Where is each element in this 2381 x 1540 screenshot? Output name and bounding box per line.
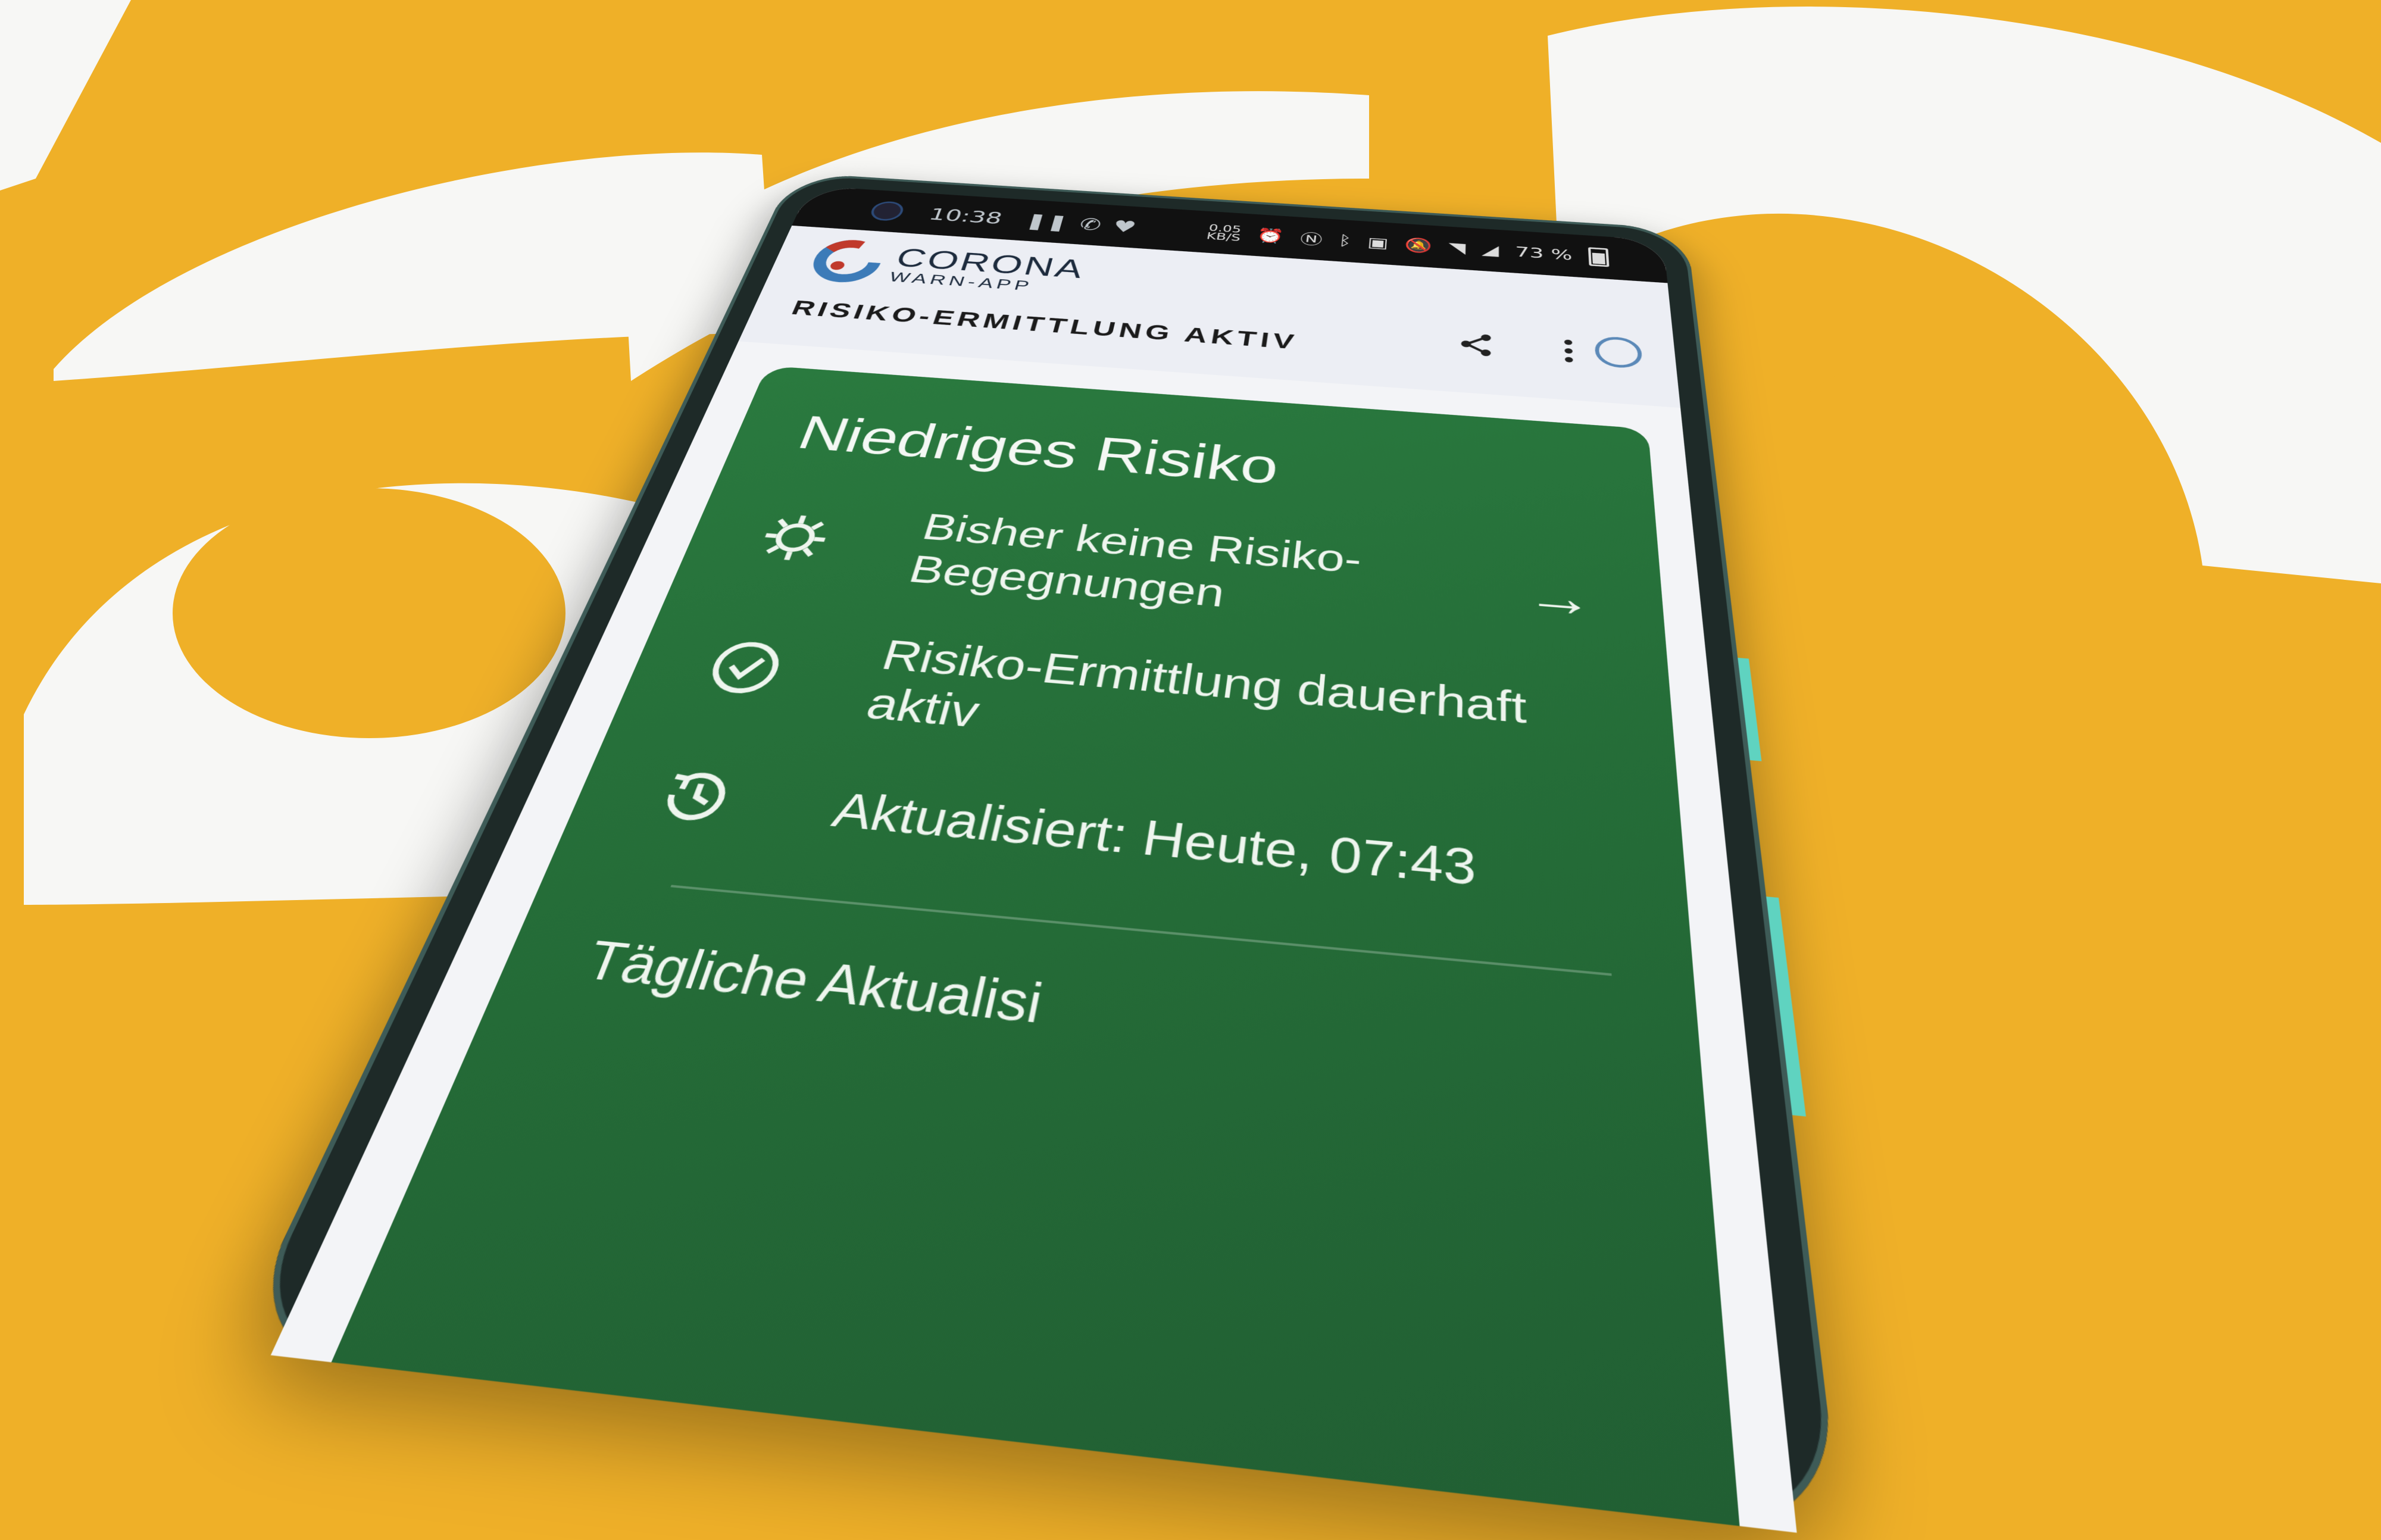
check-circle-icon bbox=[695, 634, 795, 702]
front-camera bbox=[868, 200, 907, 222]
side-button-upper bbox=[1738, 657, 1762, 761]
battery-percent: 73 % bbox=[1515, 243, 1573, 264]
net-speed-unit: KB/S bbox=[1205, 230, 1242, 243]
arrow-right-icon[interactable]: → bbox=[1525, 566, 1595, 630]
net-speed: 0.05 KB/S bbox=[1205, 223, 1243, 243]
more-options-button[interactable] bbox=[1548, 332, 1589, 370]
share-button[interactable] bbox=[1449, 326, 1502, 364]
risk-row-text: Risiko-Ermittlung dauerhaft aktiv bbox=[861, 632, 1527, 738]
pause-icon: ❚❚ bbox=[1023, 211, 1071, 232]
health-icon: ♥ bbox=[1111, 216, 1138, 236]
nfc-icon: Ⓝ bbox=[1299, 231, 1323, 249]
risk-row-active: Risiko-Ermittlung dauerhaft aktiv bbox=[688, 617, 1603, 792]
volte-icon: ▣ bbox=[1367, 234, 1389, 252]
more-vert-icon bbox=[1564, 339, 1573, 363]
side-button-lower bbox=[1766, 896, 1806, 1117]
risk-row-text: Bisher keine Risiko-Begegnungen bbox=[904, 506, 1363, 616]
risk-row-text: Aktualisiert: Heute, 07:43 bbox=[826, 783, 1477, 896]
status-time: 10:38 bbox=[926, 205, 1005, 228]
alarm-icon: ⏰ bbox=[1255, 227, 1286, 245]
corona-logo-icon bbox=[805, 238, 889, 285]
phone-photo: 10:38 ❚❚ ✆ ♥ 0.05 KB/S ⏰ Ⓝ ᛒ ▣ 🔕 ◥ ◢ 73 bbox=[230, 172, 1845, 1538]
wifi-icon: ◥ bbox=[1448, 239, 1466, 257]
whatsapp-icon: ✆ bbox=[1077, 214, 1104, 235]
risk-card-title: Niedriges Risiko bbox=[790, 407, 1282, 495]
history-icon bbox=[642, 759, 749, 836]
risk-row-encounters: Bisher keine Risiko-Begegnungen → bbox=[742, 494, 1596, 646]
virus-icon bbox=[749, 508, 841, 568]
daily-update-label: Tägliche Aktualisi bbox=[577, 929, 1048, 1035]
mute-icon: 🔕 bbox=[1404, 236, 1433, 255]
bluetooth-icon: ᛒ bbox=[1337, 232, 1352, 249]
battery-icon bbox=[1588, 247, 1610, 267]
risk-row-updated: Aktualisiert: Heute, 07:43 bbox=[642, 759, 1609, 917]
share-icon bbox=[1461, 330, 1491, 359]
signal-icon: ◢ bbox=[1482, 241, 1499, 259]
